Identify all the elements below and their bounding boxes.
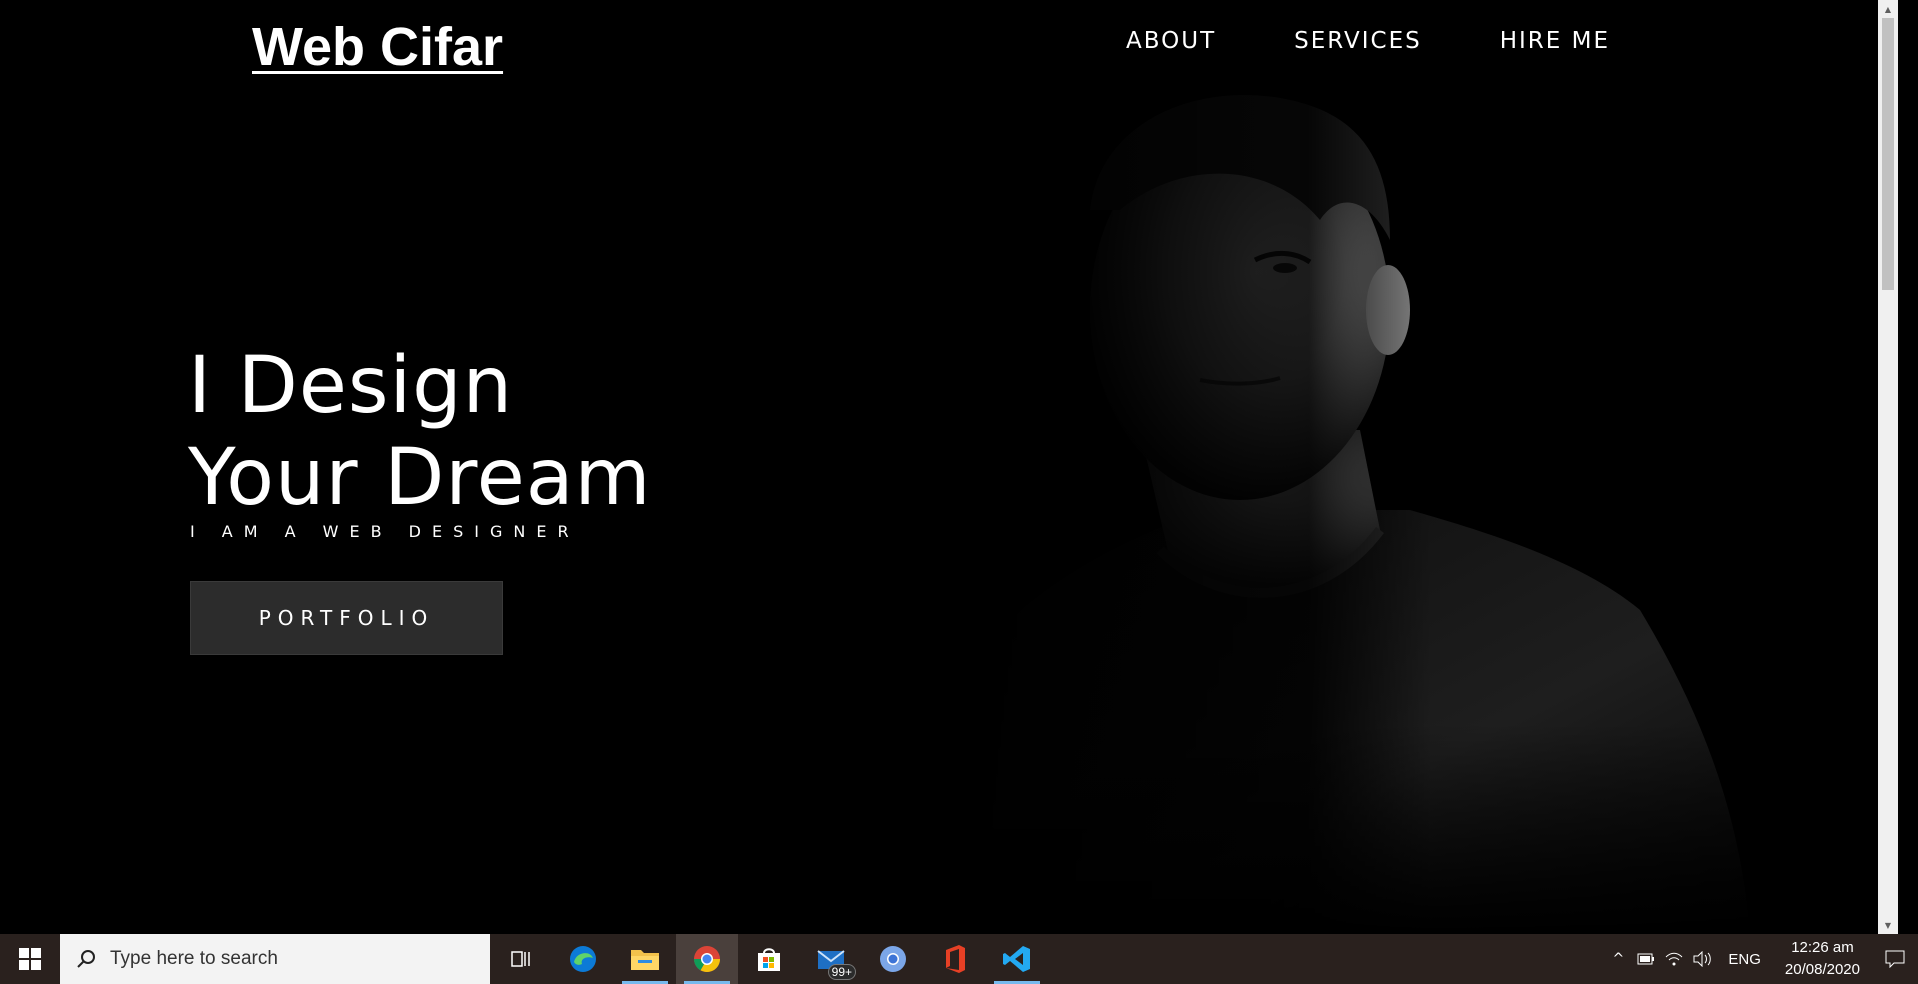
taskbar-mail[interactable]: 99+: [800, 934, 862, 984]
taskbar-edge[interactable]: [552, 934, 614, 984]
clock-time: 12:26 am: [1791, 939, 1854, 956]
notification-icon: [1885, 950, 1905, 968]
edge-browser-icon: [570, 946, 596, 972]
windows-logo-icon: [19, 948, 41, 970]
chrome-icon: [693, 946, 721, 973]
hero-subtitle: I AM A WEB DESIGNER: [190, 522, 580, 541]
system-clock[interactable]: 12:26 am 20/08/2020: [1773, 937, 1872, 981]
volume-icon[interactable]: [1688, 934, 1716, 984]
taskbar-vscode[interactable]: [986, 934, 1048, 984]
input-language[interactable]: ENG: [1716, 951, 1773, 968]
system-tray: ^ ENG 12:26 am 20/08/2020: [1604, 934, 1918, 984]
taskbar-office[interactable]: [924, 934, 986, 984]
main-nav: ABOUT SERVICES HIRE ME: [1126, 28, 1610, 54]
hero-title-line-2: Your Dream: [188, 433, 652, 523]
search-icon: [77, 950, 95, 968]
taskbar-file-explorer[interactable]: [614, 934, 676, 984]
folder-icon: [631, 950, 659, 970]
nav-link-hire-me[interactable]: HIRE ME: [1500, 28, 1610, 54]
taskbar-chrome[interactable]: [676, 934, 738, 984]
hero-portrait-image: [940, 90, 1760, 934]
clock-date: 20/08/2020: [1784, 961, 1860, 978]
windows-taskbar: Type here to search 99+ ^ ENG 12:26 am 2…: [0, 934, 1918, 984]
hero-title-line-1: I Design: [188, 341, 514, 431]
nav-link-services[interactable]: SERVICES: [1294, 28, 1422, 54]
taskbar-search-box[interactable]: Type here to search: [60, 934, 490, 984]
search-placeholder: Type here to search: [110, 948, 278, 969]
scrollbar-thumb[interactable]: [1882, 18, 1894, 290]
hero-title: I Design Your Dream: [188, 340, 652, 524]
task-view-icon: [511, 951, 530, 967]
vertical-scrollbar[interactable]: ▲ ▼: [1878, 0, 1898, 934]
start-button[interactable]: [0, 934, 60, 984]
vscode-icon: [1003, 946, 1030, 972]
nav-link-about[interactable]: ABOUT: [1126, 28, 1216, 54]
taskbar-chromium[interactable]: [862, 934, 924, 984]
task-view-button[interactable]: [490, 934, 552, 984]
battery-icon[interactable]: [1632, 934, 1660, 984]
browser-viewport: Web Cifar ABOUT SERVICES HIRE ME I Desig…: [0, 0, 1898, 934]
scroll-up-arrow-icon[interactable]: ▲: [1878, 0, 1898, 18]
wifi-icon[interactable]: [1660, 934, 1688, 984]
store-bag-icon: [758, 948, 780, 971]
scroll-down-arrow-icon[interactable]: ▼: [1878, 916, 1898, 934]
portfolio-button[interactable]: PORTFOLIO: [190, 581, 503, 655]
taskbar-store[interactable]: [738, 934, 800, 984]
chromium-icon: [880, 946, 906, 972]
office-icon: [946, 945, 965, 973]
site-logo[interactable]: Web Cifar: [252, 16, 503, 78]
mail-badge: 99+: [827, 964, 856, 980]
action-center-button[interactable]: [1872, 934, 1918, 984]
show-hidden-icons-chevron-icon[interactable]: ^: [1604, 934, 1632, 984]
